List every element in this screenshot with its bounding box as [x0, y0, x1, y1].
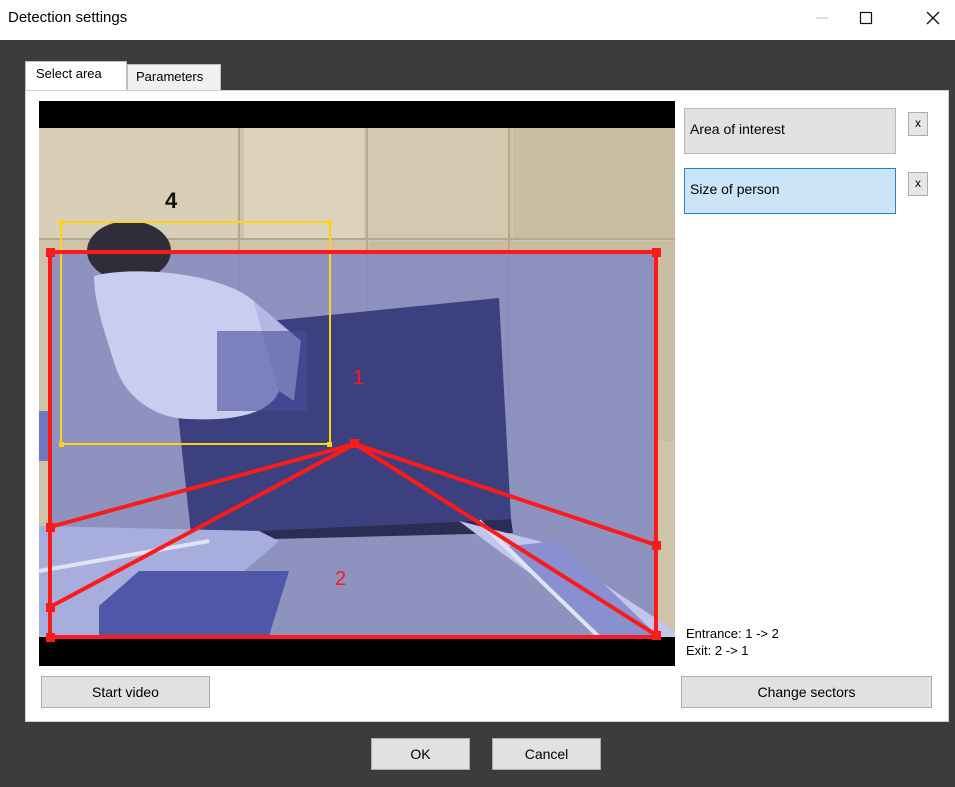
close-icon: [926, 11, 940, 25]
video-preview[interactable]: 4 1 2: [39, 101, 675, 666]
tab-parameters[interactable]: Parameters: [127, 64, 221, 91]
entrance-direction-text: Entrance: 1 -> 2: [686, 626, 779, 641]
start-video-button[interactable]: Start video: [41, 676, 210, 708]
size-of-person-button[interactable]: Size of person: [684, 168, 896, 214]
ok-button[interactable]: OK: [371, 738, 470, 770]
cancel-button[interactable]: Cancel: [492, 738, 601, 770]
area-of-interest-button[interactable]: Area of interest: [684, 108, 896, 154]
change-sectors-button[interactable]: Change sectors: [681, 676, 932, 708]
sector-1-label: 1: [353, 367, 364, 389]
person-box-label: 4: [165, 188, 178, 213]
video-canvas: 4 1 2: [39, 128, 675, 642]
sector-2-label: 2: [335, 568, 346, 590]
exit-direction-text: Exit: 2 -> 1: [686, 643, 749, 658]
remove-area-of-interest-button[interactable]: x: [908, 112, 928, 136]
close-button[interactable]: [911, 0, 955, 36]
window-title: Detection settings: [8, 9, 128, 26]
maximize-icon: [859, 11, 873, 25]
minimize-icon: [816, 17, 828, 19]
tab-select-area[interactable]: Select area: [25, 61, 127, 91]
title-bar: Detection settings: [0, 0, 955, 40]
minimize-button[interactable]: [800, 0, 844, 36]
remove-size-of-person-button[interactable]: x: [908, 172, 928, 196]
maximize-button[interactable]: [844, 0, 888, 36]
